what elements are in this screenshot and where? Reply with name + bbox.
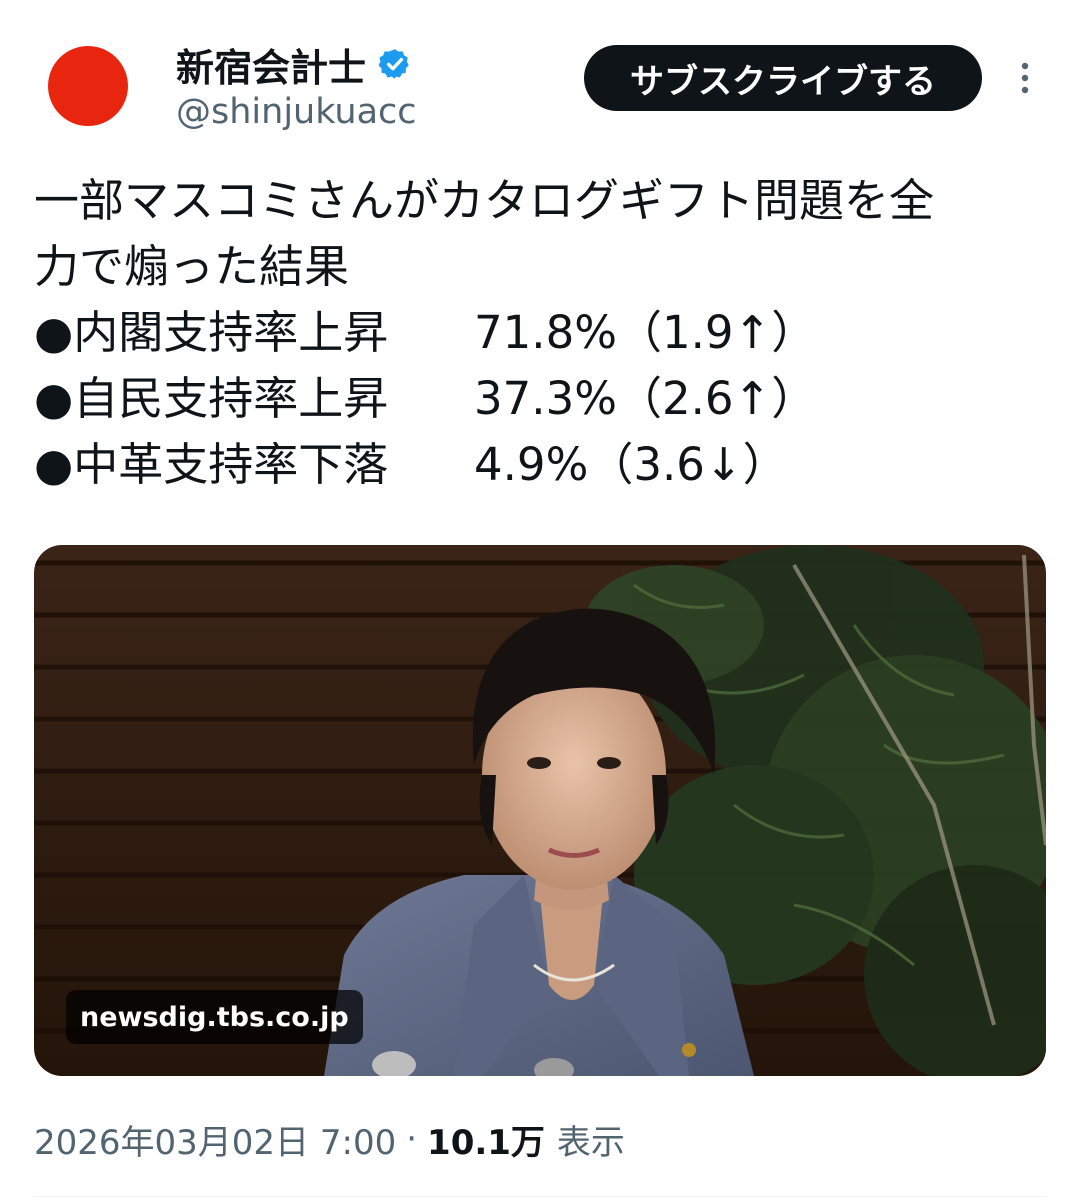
divider [34, 1196, 1046, 1197]
tweet-text-line: 力で煽った結果 [34, 240, 350, 293]
view-label: 表示 [556, 1122, 625, 1163]
stat-value: 37.3%（2.6↑） [474, 372, 817, 425]
stat-value: 71.8%（1.9↑） [474, 306, 817, 359]
more-options-icon[interactable] [1012, 58, 1038, 98]
stat-label: ●自民支持率上昇 [34, 372, 389, 425]
stat-row: ●内閣支持率上昇 71.8%（1.9↑） [34, 300, 1044, 366]
verified-badge-icon [378, 49, 409, 79]
stat-value: 4.9%（3.6↓） [474, 438, 788, 491]
avatar[interactable] [46, 44, 130, 128]
stat-row: ●自民支持率上昇 37.3%（2.6↑） [34, 366, 1044, 432]
tweet-text: 一部マスコミさんがカタログギフト問題を全 力で煽った結果 ●内閣支持率上昇 71… [34, 168, 1044, 498]
avatar-red-disc [48, 46, 128, 126]
stat-label: ●内閣支持率上昇 [34, 306, 389, 359]
subscribe-button[interactable]: サブスクライブする [584, 45, 982, 111]
stat-label: ●中革支持率下落 [34, 438, 389, 491]
author-display-name[interactable]: 新宿会計士 [176, 37, 366, 92]
meta-separator: · [406, 1119, 418, 1159]
media-source-badge[interactable]: newsdig.tbs.co.jp [66, 990, 363, 1044]
author-handle[interactable]: @shinjukuacc [176, 92, 417, 132]
author-name-row: 新宿会計士 [176, 40, 412, 90]
stat-row: ●中革支持率下落 4.9%（3.6↓） [34, 432, 1044, 498]
tweet-text-line: 一部マスコミさんがカタログギフト問題を全 [34, 174, 935, 227]
post-timestamp[interactable]: 2026年03月02日 7:00 [34, 1115, 396, 1164]
view-count: 10.1万 [427, 1122, 545, 1163]
post-meta: 2026年03月02日 7:00 · 10.1万 表示 [34, 1114, 625, 1164]
